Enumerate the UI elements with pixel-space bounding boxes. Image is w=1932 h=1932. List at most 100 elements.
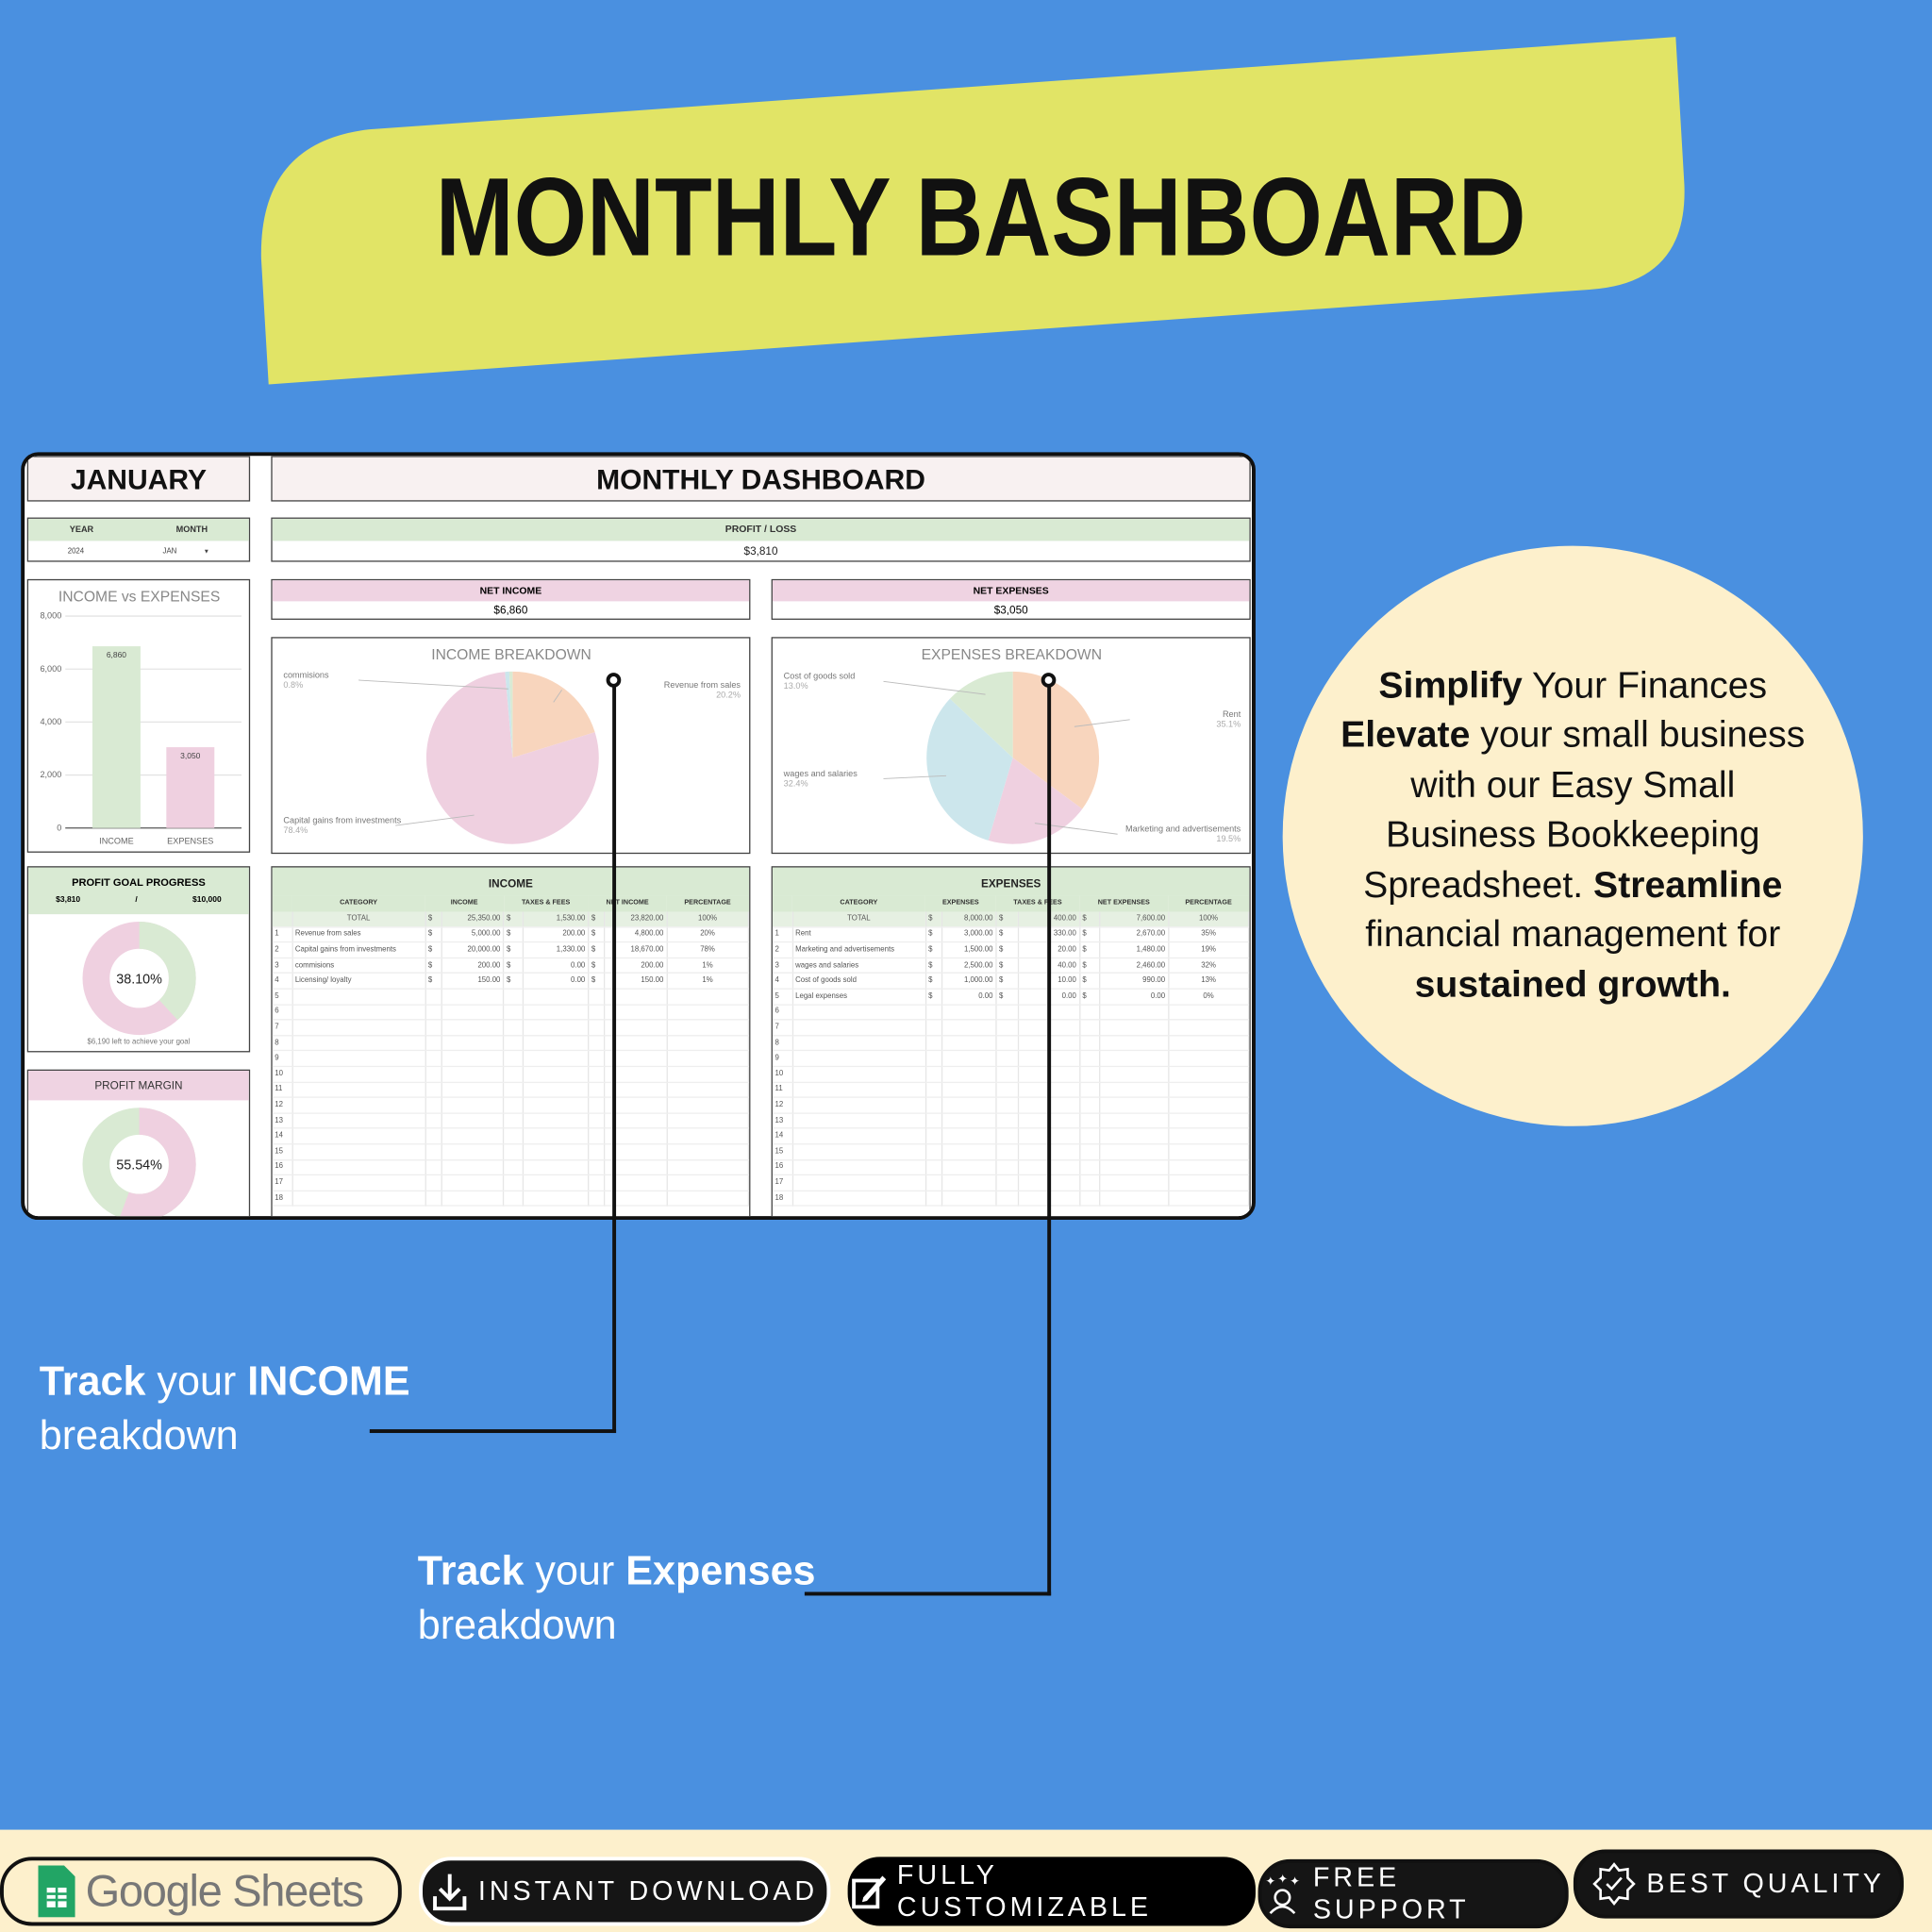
currency-cell[interactable]: $ xyxy=(1079,958,1101,974)
empty-cell[interactable] xyxy=(1099,1004,1170,1021)
percent-cell[interactable]: 13% xyxy=(1168,973,1250,990)
empty-cell[interactable] xyxy=(503,1097,524,1114)
empty-cell[interactable] xyxy=(791,1035,926,1052)
row-number-cell[interactable]: 2 xyxy=(272,941,293,958)
empty-cell[interactable] xyxy=(666,1128,750,1145)
empty-cell[interactable] xyxy=(291,1191,426,1208)
empty-cell[interactable] xyxy=(791,1004,926,1021)
empty-cell[interactable] xyxy=(666,1020,750,1037)
percent-cell[interactable]: 0% xyxy=(1168,989,1250,1006)
empty-cell[interactable] xyxy=(1168,1066,1250,1083)
empty-cell[interactable] xyxy=(666,1097,750,1114)
row-number-cell[interactable]: 12 xyxy=(772,1097,793,1114)
empty-cell[interactable] xyxy=(588,1112,606,1129)
empty-cell[interactable] xyxy=(523,1097,590,1114)
amount-cell[interactable]: 0.00 xyxy=(1099,989,1170,1006)
currency-cell[interactable]: $ xyxy=(503,926,524,943)
percent-cell[interactable]: 100% xyxy=(1168,910,1250,928)
empty-cell[interactable] xyxy=(523,1051,590,1068)
empty-cell[interactable] xyxy=(995,1066,1019,1083)
empty-cell[interactable] xyxy=(1079,1051,1101,1068)
amount-cell[interactable]: 1,530.00 xyxy=(523,910,590,928)
empty-cell[interactable] xyxy=(588,1174,606,1191)
empty-cell[interactable] xyxy=(1099,1020,1170,1037)
empty-cell[interactable] xyxy=(441,1066,505,1083)
empty-cell[interactable] xyxy=(791,1097,926,1114)
empty-cell[interactable] xyxy=(1168,1051,1250,1068)
row-number-cell[interactable]: 17 xyxy=(272,1174,293,1191)
empty-cell[interactable] xyxy=(1099,1143,1170,1160)
empty-cell[interactable] xyxy=(588,1035,606,1052)
amount-cell[interactable]: 1,500.00 xyxy=(941,941,997,958)
currency-cell[interactable]: $ xyxy=(588,910,606,928)
empty-cell[interactable] xyxy=(1168,1191,1250,1208)
empty-cell[interactable] xyxy=(791,1066,926,1083)
row-number-cell[interactable]: 6 xyxy=(272,1004,293,1021)
empty-cell[interactable] xyxy=(425,1081,442,1099)
percent-cell[interactable]: 100% xyxy=(666,910,750,928)
empty-cell[interactable] xyxy=(666,1112,750,1129)
empty-cell[interactable] xyxy=(1079,1191,1101,1208)
row-number-cell[interactable]: 7 xyxy=(272,1020,293,1037)
empty-cell[interactable] xyxy=(425,1097,442,1114)
empty-cell[interactable] xyxy=(666,1081,750,1099)
empty-cell[interactable] xyxy=(588,1004,606,1021)
empty-cell[interactable] xyxy=(924,1174,942,1191)
currency-cell[interactable]: $ xyxy=(995,926,1019,943)
amount-cell[interactable]: 200.00 xyxy=(441,958,505,974)
empty-cell[interactable] xyxy=(291,1097,426,1114)
row-number-cell[interactable]: 18 xyxy=(272,1191,293,1208)
currency-cell[interactable]: $ xyxy=(1079,973,1101,990)
empty-cell[interactable] xyxy=(425,1143,442,1160)
empty-cell[interactable] xyxy=(291,1159,426,1176)
empty-cell[interactable] xyxy=(666,1004,750,1021)
empty-cell[interactable] xyxy=(791,1143,926,1160)
row-number-cell[interactable]: 16 xyxy=(772,1159,793,1176)
currency-cell[interactable]: $ xyxy=(995,941,1019,958)
empty-cell[interactable] xyxy=(523,1128,590,1145)
empty-cell[interactable] xyxy=(924,1097,942,1114)
empty-cell[interactable] xyxy=(588,1020,606,1037)
empty-cell[interactable] xyxy=(924,1191,942,1208)
empty-cell[interactable] xyxy=(441,1112,505,1129)
empty-cell[interactable] xyxy=(941,1159,997,1176)
empty-cell[interactable] xyxy=(924,1066,942,1083)
empty-cell[interactable] xyxy=(1099,1081,1170,1099)
empty-cell[interactable] xyxy=(1168,1004,1250,1021)
empty-cell[interactable] xyxy=(1079,1066,1101,1083)
row-number-cell[interactable]: 4 xyxy=(272,973,293,990)
empty-cell[interactable] xyxy=(523,989,590,1006)
empty-cell[interactable] xyxy=(588,1051,606,1068)
empty-cell[interactable] xyxy=(1099,1112,1170,1129)
empty-cell[interactable] xyxy=(995,1097,1019,1114)
header-cell[interactable]: TAXES & FEES xyxy=(504,896,589,911)
empty-cell[interactable] xyxy=(1079,1128,1101,1145)
currency-cell[interactable]: $ xyxy=(503,910,524,928)
empty-cell[interactable] xyxy=(995,1191,1019,1208)
currency-cell[interactable]: $ xyxy=(924,926,942,943)
empty-cell[interactable] xyxy=(588,1128,606,1145)
empty-cell[interactable] xyxy=(425,1191,442,1208)
empty-cell[interactable] xyxy=(441,1174,505,1191)
empty-cell[interactable] xyxy=(1079,1112,1101,1129)
empty-cell[interactable] xyxy=(924,1112,942,1129)
currency-cell[interactable]: $ xyxy=(588,941,606,958)
row-number-cell[interactable]: 16 xyxy=(272,1159,293,1176)
percent-cell[interactable]: 19% xyxy=(1168,941,1250,958)
empty-cell[interactable] xyxy=(995,1020,1019,1037)
empty-cell[interactable] xyxy=(503,1020,524,1037)
empty-cell[interactable] xyxy=(503,1081,524,1099)
amount-cell[interactable]: 2,500.00 xyxy=(941,958,997,974)
empty-cell[interactable] xyxy=(1168,1097,1250,1114)
amount-cell[interactable]: 0.00 xyxy=(523,958,590,974)
empty-cell[interactable] xyxy=(291,1112,426,1129)
empty-cell[interactable] xyxy=(503,1004,524,1021)
empty-cell[interactable] xyxy=(503,1159,524,1176)
category-cell[interactable]: Cost of goods sold xyxy=(791,973,926,990)
empty-cell[interactable] xyxy=(666,1143,750,1160)
row-number-cell[interactable]: 10 xyxy=(272,1066,293,1083)
empty-cell[interactable] xyxy=(1099,1174,1170,1191)
empty-cell[interactable] xyxy=(1099,1128,1170,1145)
empty-cell[interactable] xyxy=(503,1051,524,1068)
empty-cell[interactable] xyxy=(291,1066,426,1083)
